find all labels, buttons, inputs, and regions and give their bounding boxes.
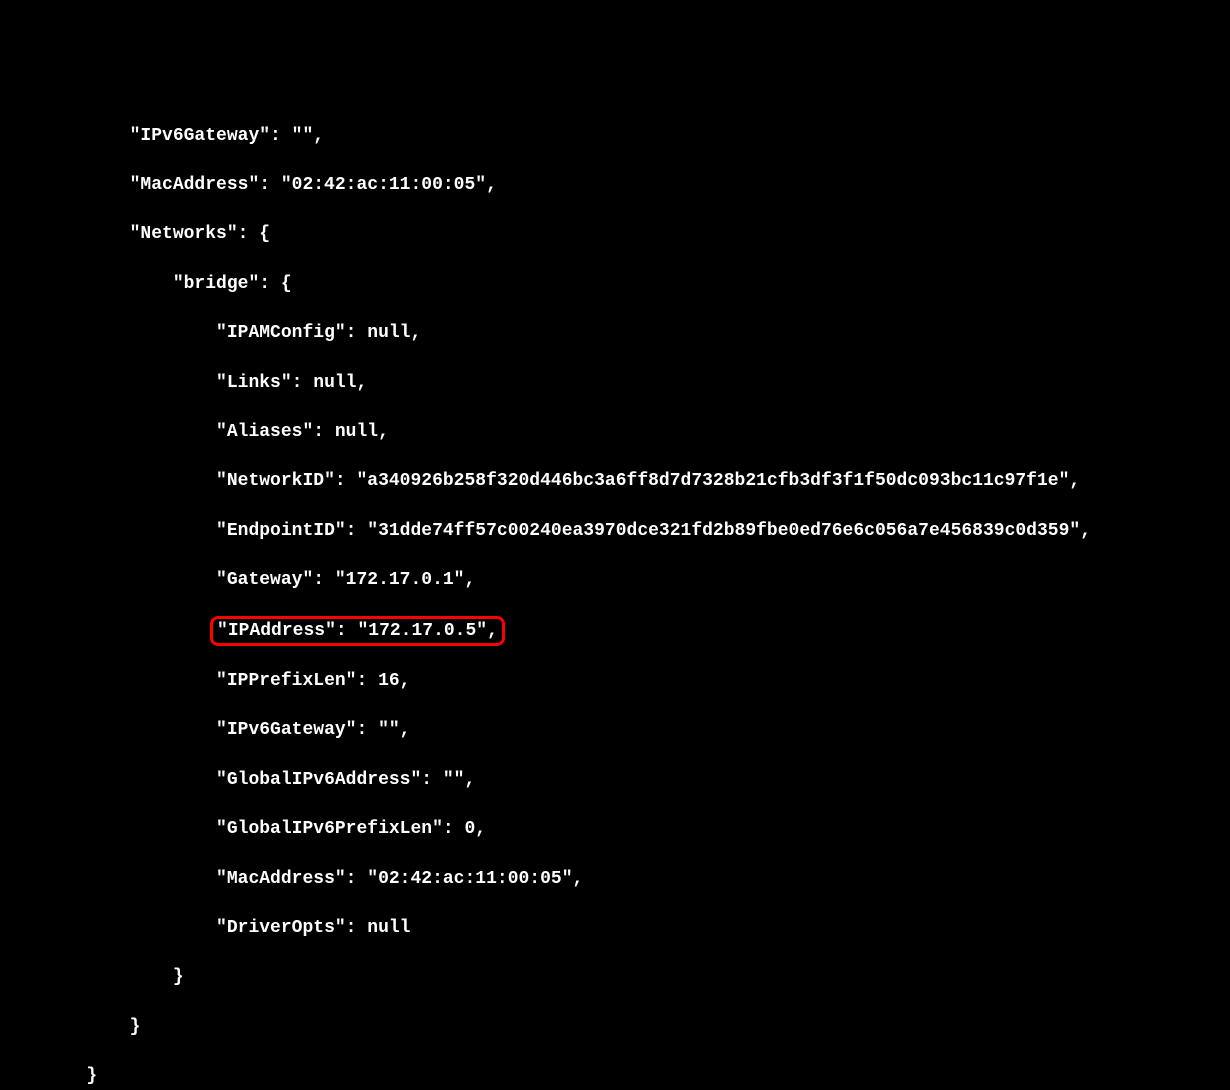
json-line: "IPv6Gateway": "", bbox=[0, 124, 1230, 149]
json-prop-macaddress: "MacAddress": "02:42:ac:11:00:05", bbox=[130, 175, 497, 195]
indent bbox=[0, 175, 130, 195]
indent bbox=[0, 126, 130, 146]
json-prop-bridge: "bridge": { bbox=[173, 274, 292, 294]
json-line: "IPAMConfig": null, bbox=[0, 321, 1230, 346]
json-line: "DriverOpts": null bbox=[0, 916, 1230, 941]
json-prop-globalipv6prefixlen: "GlobalIPv6PrefixLen": 0, bbox=[216, 819, 486, 839]
indent bbox=[0, 323, 216, 343]
indent bbox=[0, 720, 216, 740]
json-close-brace: } bbox=[173, 967, 184, 987]
json-prop-links: "Links": null, bbox=[216, 373, 367, 393]
json-line: "IPPrefixLen": 16, bbox=[0, 669, 1230, 694]
json-prop-macaddress-inner: "MacAddress": "02:42:ac:11:00:05", bbox=[216, 869, 583, 889]
indent bbox=[0, 471, 216, 491]
json-close-brace: } bbox=[86, 1066, 97, 1086]
json-line: } bbox=[0, 1015, 1230, 1040]
json-line: } bbox=[0, 1064, 1230, 1089]
json-prop-aliases: "Aliases": null, bbox=[216, 422, 389, 442]
json-line: "GlobalIPv6Address": "", bbox=[0, 768, 1230, 793]
json-line: "IPv6Gateway": "", bbox=[0, 718, 1230, 743]
json-line: "Aliases": null, bbox=[0, 420, 1230, 445]
json-line: "GlobalIPv6PrefixLen": 0, bbox=[0, 817, 1230, 842]
json-line: "EndpointID": "31dde74ff57c00240ea3970dc… bbox=[0, 519, 1230, 544]
json-line: "Gateway": "172.17.0.1", bbox=[0, 568, 1230, 593]
json-line-highlighted: "IPAddress": "172.17.0.5", bbox=[0, 618, 1230, 645]
json-prop-networkid: "NetworkID": "a340926b258f320d446bc3a6ff… bbox=[216, 471, 1080, 491]
json-prop-ipv6gateway: "IPv6Gateway": "", bbox=[130, 126, 324, 146]
json-prop-endpointid: "EndpointID": "31dde74ff57c00240ea3970dc… bbox=[216, 521, 1091, 541]
indent bbox=[0, 422, 216, 442]
indent bbox=[0, 918, 216, 938]
json-prop-ipprefixlen: "IPPrefixLen": 16, bbox=[216, 671, 410, 691]
json-prop-ipv6gateway-inner: "IPv6Gateway": "", bbox=[216, 720, 410, 740]
json-prop-networks: "Networks": { bbox=[130, 224, 270, 244]
highlight-box-ipaddress: "IPAddress": "172.17.0.5", bbox=[210, 616, 505, 647]
json-prop-driveropts: "DriverOpts": null bbox=[216, 918, 410, 938]
json-prop-ipamconfig: "IPAMConfig": null, bbox=[216, 323, 421, 343]
json-line: } bbox=[0, 965, 1230, 990]
indent bbox=[0, 770, 216, 790]
indent bbox=[0, 224, 130, 244]
json-line: "MacAddress": "02:42:ac:11:00:05", bbox=[0, 173, 1230, 198]
json-line: "NetworkID": "a340926b258f320d446bc3a6ff… bbox=[0, 469, 1230, 494]
indent bbox=[0, 373, 216, 393]
indent bbox=[0, 570, 216, 590]
indent bbox=[0, 819, 216, 839]
indent bbox=[0, 521, 216, 541]
terminal-output: "IPv6Gateway": "", "MacAddress": "02:42:… bbox=[0, 99, 1230, 1090]
json-line: "MacAddress": "02:42:ac:11:00:05", bbox=[0, 867, 1230, 892]
indent bbox=[0, 671, 216, 691]
indent bbox=[0, 869, 216, 889]
json-line: "Networks": { bbox=[0, 222, 1230, 247]
json-line: "bridge": { bbox=[0, 272, 1230, 297]
json-prop-globalipv6address: "GlobalIPv6Address": "", bbox=[216, 770, 475, 790]
json-close-brace: } bbox=[130, 1017, 141, 1037]
json-prop-ipaddress: "IPAddress": "172.17.0.5", bbox=[217, 621, 498, 641]
json-line: "Links": null, bbox=[0, 371, 1230, 396]
json-prop-gateway: "Gateway": "172.17.0.1", bbox=[216, 570, 475, 590]
